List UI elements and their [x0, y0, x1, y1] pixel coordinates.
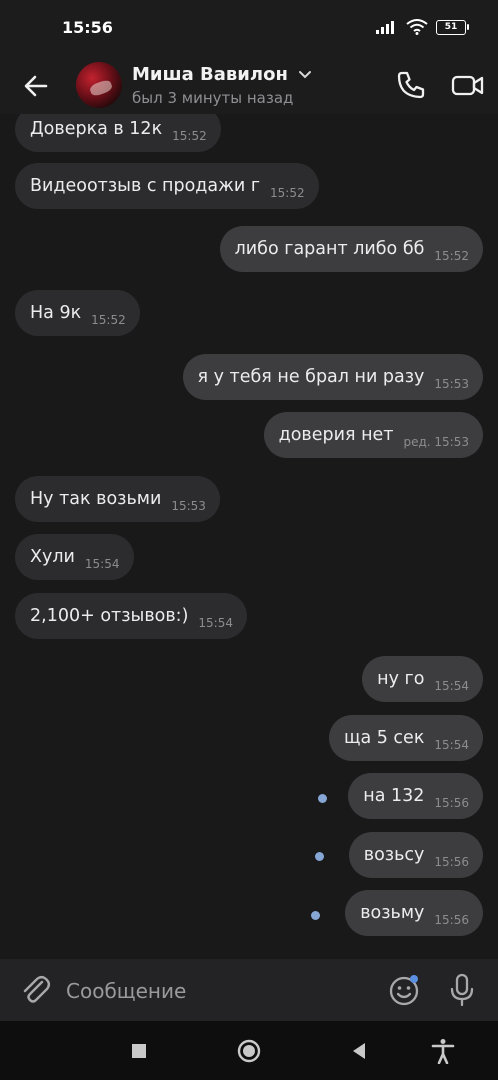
- message-bubble[interactable]: возьму 15:56: [345, 890, 483, 936]
- message-text: либо гарант либо бб: [234, 239, 425, 259]
- message-time: 15:53: [434, 377, 469, 391]
- battery-level: 51: [444, 22, 458, 32]
- message-bubble[interactable]: ща 5 сек 15:54: [328, 715, 483, 761]
- message-text: доверия нет: [278, 425, 394, 445]
- message-time: ред. 15:53: [403, 435, 469, 449]
- message-composer: [0, 959, 498, 1021]
- message-text: ну го: [377, 669, 425, 689]
- message-bubble[interactable]: На 9к 15:52: [15, 290, 140, 336]
- message-list[interactable]: Доверка в 12к 15:52 Видеоотзыв с продажи…: [0, 114, 498, 959]
- emoji-button[interactable]: [387, 973, 421, 1007]
- unread-indicator: [315, 852, 324, 861]
- message-text: Доверка в 12к: [30, 119, 163, 139]
- message-bubble[interactable]: Доверка в 12к 15:52: [15, 114, 221, 152]
- signal-icon: [376, 21, 394, 34]
- message-bubble[interactable]: Хули 15:54: [15, 534, 134, 580]
- microphone-button[interactable]: [446, 972, 478, 1008]
- status-time: 15:56: [62, 18, 113, 37]
- video-camera-icon: [451, 75, 484, 96]
- message-time: 15:52: [434, 249, 469, 263]
- back-nav-button[interactable]: [346, 1038, 372, 1064]
- message-time: 15:56: [434, 913, 469, 927]
- message-text: на 132: [363, 786, 425, 806]
- message-bubble[interactable]: я у тебя не брал ни разу 15:53: [182, 354, 483, 400]
- paperclip-icon: [23, 975, 51, 1003]
- message-text: На 9к: [30, 303, 82, 323]
- unread-indicator: [318, 794, 327, 803]
- back-button[interactable]: [20, 70, 52, 102]
- message-time: 15:54: [84, 557, 120, 571]
- avatar[interactable]: [76, 62, 122, 108]
- call-button[interactable]: [394, 68, 428, 102]
- message-bubble[interactable]: ну го 15:54: [362, 656, 483, 702]
- contact-name-row[interactable]: Миша Вавилон: [132, 64, 312, 85]
- contact-name: Миша Вавилон: [132, 64, 288, 85]
- message-text: возьму: [360, 903, 425, 923]
- accessibility-icon: [431, 1039, 455, 1065]
- message-bubble[interactable]: на 132 15:56: [348, 773, 483, 819]
- arrow-left-icon: [24, 75, 48, 97]
- contact-status: был 3 минуты назад: [132, 89, 294, 107]
- message-bubble[interactable]: доверия нет ред. 15:53: [263, 412, 483, 458]
- status-bar: 15:56 51: [0, 0, 498, 58]
- message-time: 15:53: [171, 499, 206, 513]
- message-bubble[interactable]: либо гарант либо бб 15:52: [219, 226, 483, 272]
- battery-icon: 51: [436, 19, 469, 35]
- message-text: я у тебя не брал ни разу: [197, 367, 425, 387]
- phone-icon: [397, 71, 425, 99]
- attach-button[interactable]: [20, 973, 52, 1007]
- status-icons: 51: [376, 19, 469, 35]
- message-time: 15:52: [270, 186, 305, 200]
- message-text: Видеоотзыв с продажи г: [30, 176, 261, 196]
- smiley-icon: [389, 975, 419, 1006]
- chevron-down-icon: [299, 71, 312, 79]
- video-call-button[interactable]: [450, 68, 486, 102]
- message-text: 2,100+ отзывов:): [30, 606, 189, 626]
- square-icon: [132, 1044, 146, 1058]
- microphone-icon: [450, 973, 474, 1007]
- message-time: 15:54: [434, 679, 469, 693]
- message-time: 15:52: [91, 313, 126, 327]
- circle-icon: [237, 1039, 261, 1063]
- home-button[interactable]: [236, 1038, 262, 1064]
- accessibility-button[interactable]: [430, 1038, 456, 1065]
- message-time: 15:56: [434, 855, 469, 869]
- message-bubble[interactable]: Видеоотзыв с продажи г 15:52: [15, 163, 319, 209]
- message-text: Ну так возьми: [30, 489, 162, 509]
- message-text: возьсу: [363, 845, 425, 865]
- message-bubble[interactable]: возьсу 15:56: [348, 832, 483, 878]
- unread-indicator: [311, 911, 320, 920]
- message-time: 15:52: [172, 129, 207, 143]
- message-time: 15:56: [434, 796, 469, 810]
- message-time: 15:54: [198, 616, 233, 630]
- message-bubble[interactable]: 2,100+ отзывов:) 15:54: [15, 593, 247, 639]
- message-text: ща 5 сек: [343, 728, 425, 748]
- message-input[interactable]: [64, 969, 368, 1013]
- message-time: 15:54: [434, 738, 469, 752]
- system-navigation-bar: [0, 1021, 498, 1080]
- message-text: Хули: [30, 547, 75, 567]
- message-bubble[interactable]: Ну так возьми 15:53: [15, 476, 220, 522]
- chat-header: Миша Вавилон был 3 минуты назад: [0, 58, 498, 114]
- recent-apps-button[interactable]: [126, 1038, 152, 1064]
- wifi-icon: [406, 19, 428, 35]
- triangle-back-icon: [353, 1043, 365, 1059]
